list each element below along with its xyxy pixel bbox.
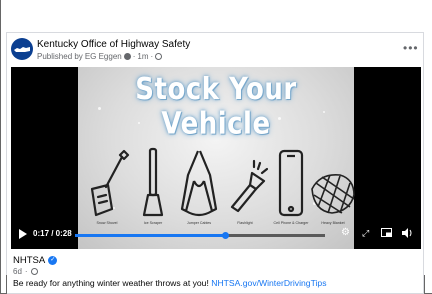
cell-phone-icon [278,149,304,217]
gear-icon[interactable]: ⚙ [341,228,350,238]
video-player[interactable]: Stock Your Vehicle Snow Shovel Ice Scrap… [11,67,421,249]
fullscreen-icon[interactable]: ⤢ [362,228,369,238]
play-icon[interactable] [19,229,27,239]
blanket-icon [311,173,355,214]
info-icon[interactable] [123,53,131,60]
item-flashlight: Flashlight [222,129,268,229]
separator: · [132,52,136,61]
post-time[interactable]: 1m [137,52,148,61]
more-options-button[interactable]: ••• [403,41,419,55]
post-caption: Be ready for anything winter weather thr… [13,278,327,288]
progress-bar[interactable] [75,232,325,239]
source-time[interactable]: 6d [13,267,22,276]
caption-link[interactable]: NHTSA.gov/WinterDrivingTips [211,278,326,288]
item-ice-scraper: Ice Scraper [130,129,176,229]
post-card: Kentucky Office of Highway Safety Publis… [6,32,424,294]
jumper-cables-icon [180,150,218,217]
caption-text: Be ready for anything winter weather thr… [13,278,212,288]
progress-fill [75,234,225,237]
globe-icon [155,53,163,60]
shared-post-info: NHTSA ✓ 6d · Be ready for anything winte… [7,251,425,294]
progress-knob[interactable] [222,232,229,239]
frame-border-inner-left [6,275,7,294]
item-heavy-blanket: Heavy Blanket [310,129,356,229]
publisher-name[interactable]: EG Eggen [85,52,122,61]
picture-in-picture-icon[interactable] [381,228,392,241]
time-display: 0:17 / 0:28 [33,229,72,238]
item-snow-shovel: Snow Shovel [84,129,130,229]
post-meta: Published by EG Eggen · 1m · [37,52,163,61]
frame-border-inner-right [424,275,425,294]
frame-border-left [0,0,1,294]
source-name-link[interactable]: NHTSA [13,255,45,266]
separator: · [150,52,154,61]
verified-badge-icon: ✓ [48,256,58,265]
volume-icon[interactable] [401,228,413,241]
separator: · [24,267,28,276]
globe-icon [30,268,38,275]
ice-scraper-icon [142,147,164,217]
source-meta: 6d · [13,267,38,276]
video-controls: 0:17 / 0:28 ⚙ ⤢ [11,219,421,249]
source-header: NHTSA ✓ [13,255,58,266]
item-jumper-cables: Jumper Cables [176,129,222,229]
flashlight-icon [230,159,268,213]
post-header: Kentucky Office of Highway Safety Publis… [7,33,425,65]
published-prefix: Published by [37,52,83,61]
page-avatar[interactable] [11,38,33,60]
item-cell-phone: Cell Phone & Charger [268,129,314,229]
snow-shovel-icon [90,149,130,217]
page-name-link[interactable]: Kentucky Office of Highway Safety [37,39,190,50]
